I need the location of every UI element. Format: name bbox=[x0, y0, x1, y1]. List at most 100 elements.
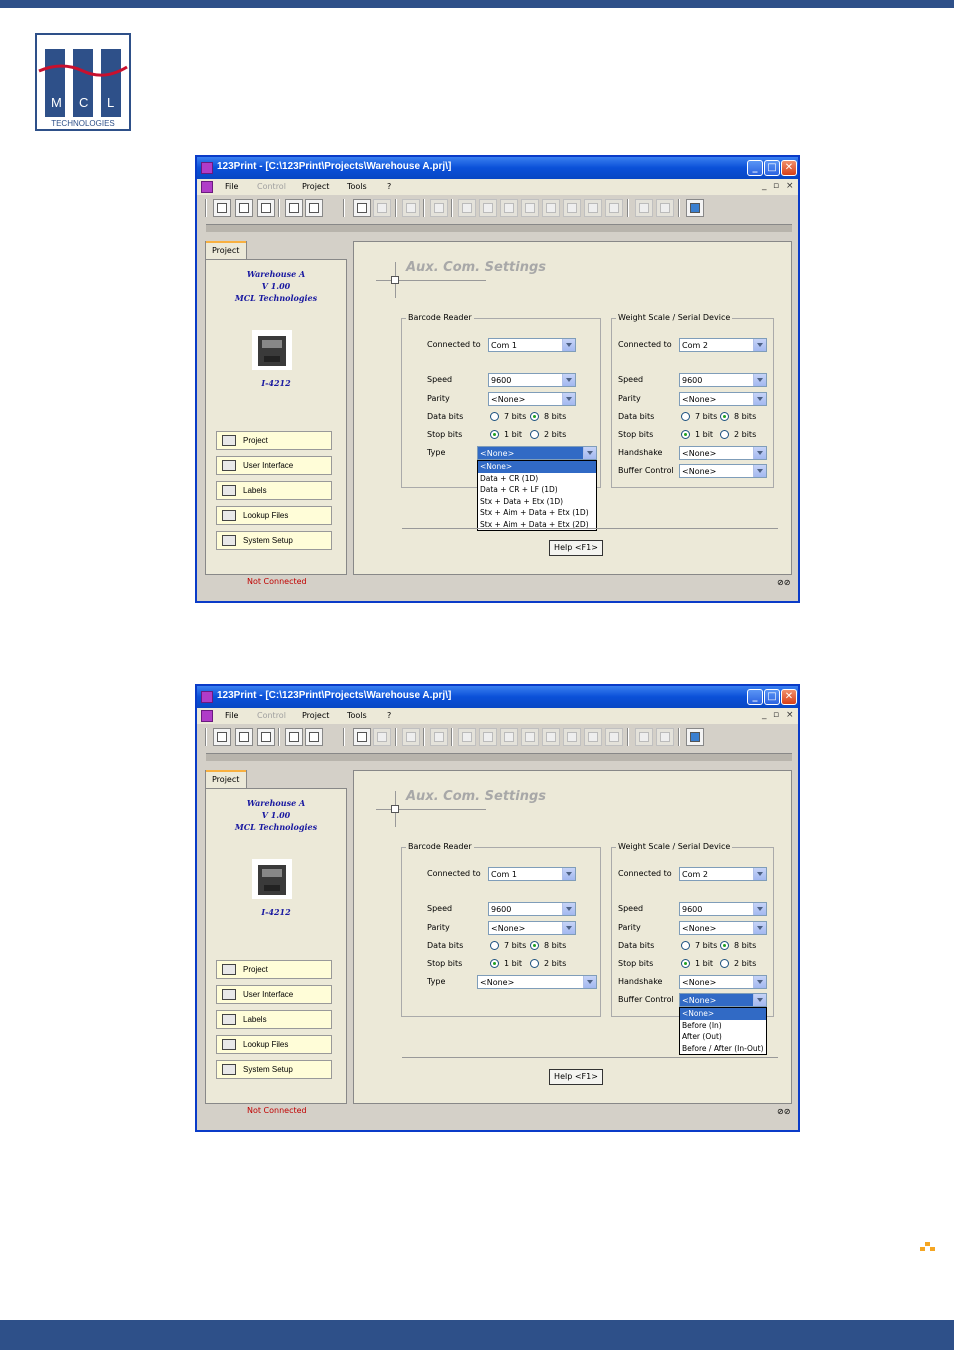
mdi-restore-icon[interactable]: ▫ bbox=[773, 181, 779, 191]
parity-dropdown[interactable]: <None> bbox=[679, 392, 767, 406]
chevron-down-icon[interactable] bbox=[753, 868, 766, 880]
connected-dropdown[interactable]: Com 2 bbox=[679, 867, 767, 881]
info-icon[interactable] bbox=[430, 199, 448, 217]
barcode-icon[interactable] bbox=[458, 728, 476, 746]
speed-dropdown[interactable]: 9600 bbox=[679, 373, 767, 387]
nav-lookup-files[interactable]: Lookup Files bbox=[216, 1035, 332, 1054]
labels-icon[interactable] bbox=[285, 199, 303, 217]
new-icon[interactable] bbox=[213, 728, 231, 746]
maximize-button[interactable]: □ bbox=[764, 689, 780, 705]
connected-dropdown[interactable]: Com 1 bbox=[488, 867, 576, 881]
radio-1bit[interactable] bbox=[681, 959, 690, 968]
menu-control[interactable]: Control bbox=[257, 182, 286, 191]
menu-tools[interactable]: Tools bbox=[347, 711, 367, 720]
open-icon[interactable] bbox=[235, 728, 253, 746]
radio-8bits[interactable] bbox=[720, 941, 729, 950]
chevron-down-icon[interactable] bbox=[562, 903, 575, 915]
grid-icon[interactable] bbox=[479, 199, 497, 217]
save-icon[interactable] bbox=[257, 199, 275, 217]
list-item[interactable]: Data + CR + LF (1D) bbox=[478, 484, 596, 496]
tab-project[interactable]: Project bbox=[205, 241, 247, 259]
close-button[interactable]: ✕ bbox=[781, 160, 797, 176]
nav-labels[interactable]: Labels bbox=[216, 1010, 332, 1029]
mdi-close-icon[interactable]: × bbox=[786, 710, 794, 720]
chevron-down-icon[interactable] bbox=[753, 903, 766, 915]
chevron-down-icon[interactable] bbox=[753, 465, 766, 477]
chevron-down-icon[interactable] bbox=[753, 976, 766, 988]
grid-icon[interactable] bbox=[479, 728, 497, 746]
menu-project[interactable]: Project bbox=[302, 182, 329, 191]
chevron-down-icon[interactable] bbox=[753, 994, 766, 1006]
type-dropdown[interactable]: <None> bbox=[477, 975, 597, 989]
clock-icon[interactable] bbox=[584, 199, 602, 217]
pattern-icon[interactable] bbox=[500, 728, 518, 746]
flag-icon[interactable] bbox=[656, 728, 674, 746]
radio-1bit[interactable] bbox=[490, 430, 499, 439]
chevron-down-icon[interactable] bbox=[562, 339, 575, 351]
menu-project[interactable]: Project bbox=[302, 711, 329, 720]
radio-2bits[interactable] bbox=[720, 959, 729, 968]
settings-icon[interactable] bbox=[686, 728, 704, 746]
chevron-down-icon[interactable] bbox=[753, 339, 766, 351]
help-button[interactable]: Help <F1> bbox=[549, 540, 603, 556]
radio-1bit[interactable] bbox=[681, 430, 690, 439]
nav-lookup-files[interactable]: Lookup Files bbox=[216, 506, 332, 525]
buffer-dropdown[interactable]: <None> bbox=[679, 464, 767, 478]
tab-project[interactable]: Project bbox=[205, 770, 247, 788]
labels-icon[interactable] bbox=[285, 728, 303, 746]
parity-dropdown[interactable]: <None> bbox=[488, 392, 576, 406]
transfer-icon[interactable] bbox=[402, 199, 420, 217]
list-item[interactable]: <None> bbox=[680, 1008, 766, 1020]
copy-icon[interactable] bbox=[353, 199, 371, 217]
mdi-minimize-icon[interactable]: _ bbox=[762, 710, 767, 720]
pattern-icon[interactable] bbox=[500, 199, 518, 217]
help-button[interactable]: Help <F1> bbox=[549, 1069, 603, 1085]
nav-labels[interactable]: Labels bbox=[216, 481, 332, 500]
barcode-icon[interactable] bbox=[458, 199, 476, 217]
menu-file[interactable]: File bbox=[225, 711, 238, 720]
mdi-minimize-icon[interactable]: _ bbox=[762, 181, 767, 191]
radio-8bits[interactable] bbox=[530, 941, 539, 950]
radio-7bits[interactable] bbox=[681, 412, 690, 421]
connected-dropdown[interactable]: Com 1 bbox=[488, 338, 576, 352]
nav-project[interactable]: Project bbox=[216, 431, 332, 450]
new-icon[interactable] bbox=[213, 199, 231, 217]
stop-icon[interactable] bbox=[635, 728, 653, 746]
radio-2bits[interactable] bbox=[720, 430, 729, 439]
mdi-close-icon[interactable]: × bbox=[786, 181, 794, 191]
open-icon[interactable] bbox=[235, 199, 253, 217]
maximize-button[interactable]: □ bbox=[764, 160, 780, 176]
list-item[interactable]: Before / After (In-Out) bbox=[680, 1043, 766, 1055]
radio-8bits[interactable] bbox=[720, 412, 729, 421]
copy-icon[interactable] bbox=[353, 728, 371, 746]
list-item[interactable]: <None> bbox=[478, 461, 596, 473]
cursor-icon[interactable] bbox=[563, 199, 581, 217]
menu-help[interactable]: ? bbox=[387, 711, 391, 720]
handshake-dropdown[interactable]: <None> bbox=[679, 446, 767, 460]
menu-tools[interactable]: Tools bbox=[347, 182, 367, 191]
chevron-down-icon[interactable] bbox=[753, 447, 766, 459]
chevron-down-icon[interactable] bbox=[753, 374, 766, 386]
radio-7bits[interactable] bbox=[490, 412, 499, 421]
nav-user-interface[interactable]: User Interface bbox=[216, 985, 332, 1004]
clock-icon[interactable] bbox=[584, 728, 602, 746]
parity-dropdown[interactable]: <None> bbox=[679, 921, 767, 935]
image-icon[interactable] bbox=[521, 728, 539, 746]
text-icon[interactable] bbox=[542, 199, 560, 217]
paste-icon[interactable] bbox=[373, 728, 391, 746]
chevron-down-icon[interactable] bbox=[562, 393, 575, 405]
chevron-down-icon[interactable] bbox=[583, 447, 596, 459]
close-button[interactable]: ✕ bbox=[781, 689, 797, 705]
handshake-dropdown[interactable]: <None> bbox=[679, 975, 767, 989]
transfer-icon[interactable] bbox=[402, 728, 420, 746]
list-item[interactable]: Before (In) bbox=[680, 1020, 766, 1032]
cursor-icon[interactable] bbox=[563, 728, 581, 746]
text-icon[interactable] bbox=[542, 728, 560, 746]
flag-icon[interactable] bbox=[656, 199, 674, 217]
speed-dropdown[interactable]: 9600 bbox=[679, 902, 767, 916]
minimize-button[interactable]: _ bbox=[747, 689, 763, 705]
chevron-down-icon[interactable] bbox=[753, 922, 766, 934]
chevron-down-icon[interactable] bbox=[562, 374, 575, 386]
list-item[interactable]: Data + CR (1D) bbox=[478, 473, 596, 485]
radio-2bits[interactable] bbox=[530, 430, 539, 439]
